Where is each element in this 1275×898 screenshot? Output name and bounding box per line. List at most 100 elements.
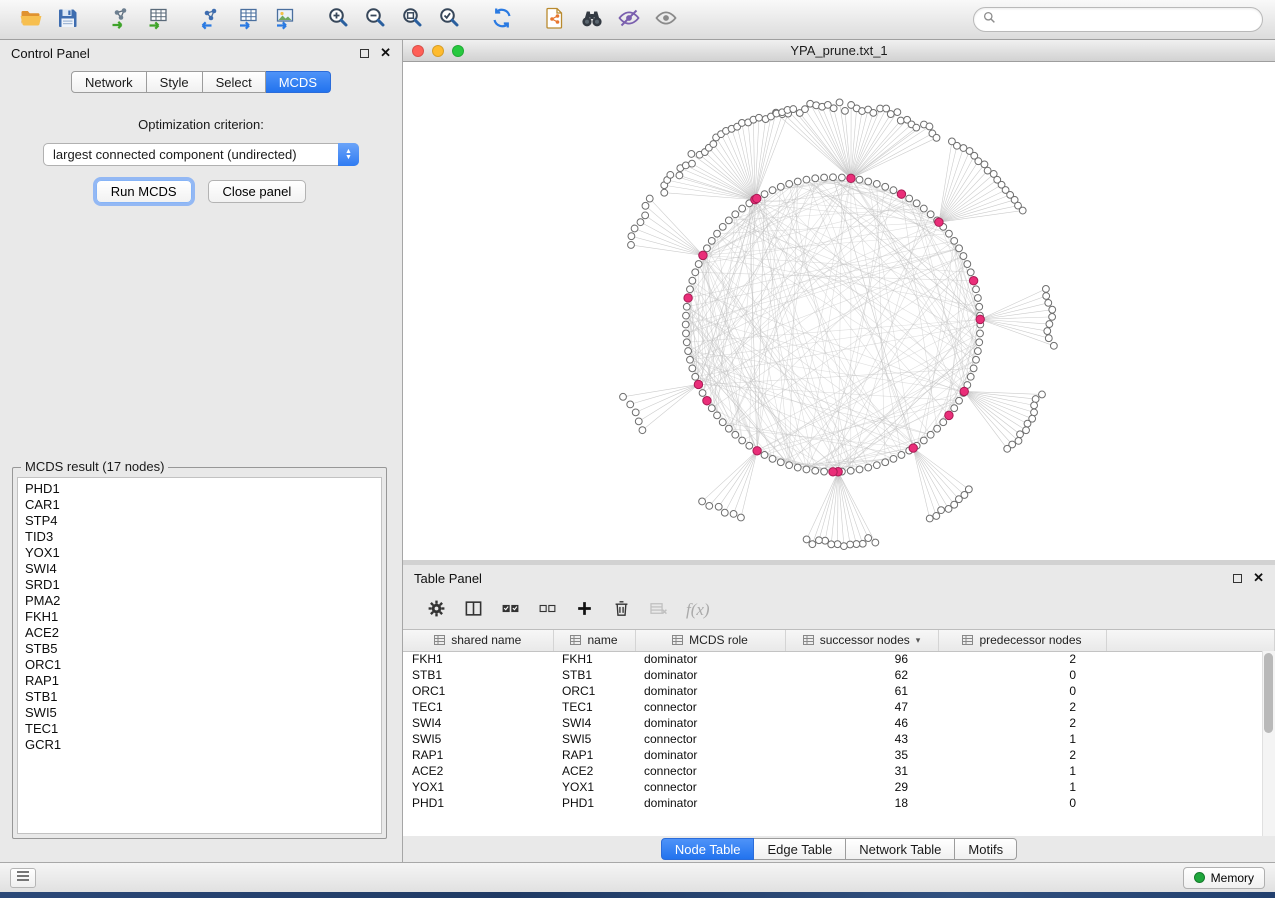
close-table-panel-icon[interactable]: ✕	[1253, 573, 1264, 583]
mcds-result-item[interactable]: STB1	[25, 689, 381, 705]
table-row[interactable]: SWI5SWI5connector431	[403, 731, 1275, 747]
table-cell[interactable]: SWI5	[553, 731, 635, 747]
table-cell[interactable]: ORC1	[553, 683, 635, 699]
zoom-selected-button[interactable]	[430, 4, 467, 36]
optimization-criterion-select[interactable]: largest connected component (undirected)…	[43, 143, 359, 166]
table-cell[interactable]: FKH1	[403, 651, 553, 667]
table-cell[interactable]: 61	[785, 683, 938, 699]
mcds-result-item[interactable]: GCR1	[25, 737, 381, 753]
table-cell[interactable]: ACE2	[403, 763, 553, 779]
deselect-all-button[interactable]	[538, 596, 557, 624]
table-cell[interactable]: dominator	[635, 747, 785, 763]
table-cell[interactable]: TEC1	[553, 699, 635, 715]
close-window-icon[interactable]	[412, 45, 424, 57]
export-network-button[interactable]	[192, 4, 229, 36]
column-header-name[interactable]: name	[553, 630, 635, 651]
run-mcds-button[interactable]: Run MCDS	[96, 180, 192, 203]
network-canvas[interactable]	[403, 62, 1275, 560]
find-button[interactable]	[573, 4, 610, 36]
tab-mcds[interactable]: MCDS	[266, 71, 331, 93]
sort-chevron-icon[interactable]: ▾	[916, 635, 921, 646]
table-row[interactable]: ACE2ACE2connector311	[403, 763, 1275, 779]
mcds-result-item[interactable]: PHD1	[25, 481, 381, 497]
tab-edge-table[interactable]: Edge Table	[754, 838, 846, 860]
mcds-result-item[interactable]: ORC1	[25, 657, 381, 673]
add-column-button[interactable]	[575, 596, 594, 624]
table-cell[interactable]: FKH1	[553, 651, 635, 667]
column-header-shared-name[interactable]: shared name	[403, 630, 553, 651]
show-all-button[interactable]	[647, 4, 684, 36]
mcds-result-item[interactable]: TEC1	[25, 721, 381, 737]
table-cell[interactable]: dominator	[635, 715, 785, 731]
float-panel-icon[interactable]	[360, 49, 369, 58]
export-table-button[interactable]	[229, 4, 266, 36]
table-cell[interactable]: 0	[938, 795, 1106, 811]
table-row[interactable]: RAP1RAP1dominator352	[403, 747, 1275, 763]
table-cell[interactable]: 2	[938, 747, 1106, 763]
table-cell[interactable]: ORC1	[403, 683, 553, 699]
table-row[interactable]: PHD1PHD1dominator180	[403, 795, 1275, 811]
save-session-button[interactable]	[49, 4, 86, 36]
mcds-result-item[interactable]: SWI4	[25, 561, 381, 577]
minimize-window-icon[interactable]	[432, 45, 444, 57]
table-cell[interactable]: connector	[635, 699, 785, 715]
table-row[interactable]: TEC1TEC1connector472	[403, 699, 1275, 715]
table-cell[interactable]: RAP1	[553, 747, 635, 763]
delete-table-button[interactable]	[649, 596, 668, 624]
import-network-button[interactable]	[102, 4, 139, 36]
maximize-window-icon[interactable]	[452, 45, 464, 57]
table-row[interactable]: FKH1FKH1dominator962	[403, 651, 1275, 667]
table-scrollbar-thumb[interactable]	[1264, 653, 1273, 733]
panels-menu-button[interactable]	[10, 868, 36, 888]
table-cell[interactable]: dominator	[635, 795, 785, 811]
tab-node-table[interactable]: Node Table	[661, 838, 755, 860]
table-cell[interactable]: 18	[785, 795, 938, 811]
table-cell[interactable]: PHD1	[403, 795, 553, 811]
column-header-successor-nodes[interactable]: successor nodes ▾	[785, 630, 938, 651]
table-cell[interactable]: 29	[785, 779, 938, 795]
mcds-result-item[interactable]: RAP1	[25, 673, 381, 689]
table-scrollbar[interactable]	[1262, 651, 1275, 836]
network-graph-svg[interactable]	[403, 62, 1275, 560]
mcds-result-list[interactable]: PHD1CAR1STP4TID3YOX1SWI4SRD1PMA2FKH1ACE2…	[17, 477, 382, 834]
table-cell[interactable]: connector	[635, 779, 785, 795]
table-cell[interactable]: 31	[785, 763, 938, 779]
table-cell[interactable]: 0	[938, 683, 1106, 699]
mcds-result-item[interactable]: CAR1	[25, 497, 381, 513]
table-cell[interactable]: STB1	[553, 667, 635, 683]
function-builder-button[interactable]: f(x)	[686, 596, 710, 624]
table-cell[interactable]: dominator	[635, 667, 785, 683]
tab-style[interactable]: Style	[147, 71, 203, 93]
show-columns-button[interactable]	[464, 596, 483, 624]
table-cell[interactable]: SWI4	[553, 715, 635, 731]
table-row[interactable]: YOX1YOX1connector291	[403, 779, 1275, 795]
tab-motifs[interactable]: Motifs	[955, 838, 1017, 860]
table-cell[interactable]: PHD1	[553, 795, 635, 811]
table-cell[interactable]: 46	[785, 715, 938, 731]
table-cell[interactable]: ACE2	[553, 763, 635, 779]
table-cell[interactable]: 43	[785, 731, 938, 747]
mcds-result-item[interactable]: ACE2	[25, 625, 381, 641]
mcds-result-item[interactable]: PMA2	[25, 593, 381, 609]
table-row[interactable]: SWI4SWI4dominator462	[403, 715, 1275, 731]
table-cell[interactable]: 47	[785, 699, 938, 715]
table-cell[interactable]: SWI4	[403, 715, 553, 731]
table-cell[interactable]: connector	[635, 731, 785, 747]
float-table-panel-icon[interactable]	[1233, 574, 1242, 583]
table-cell[interactable]: 1	[938, 779, 1106, 795]
table-cell[interactable]: 0	[938, 667, 1106, 683]
close-panel-button[interactable]: Close panel	[208, 180, 307, 203]
export-web-button[interactable]	[536, 4, 573, 36]
mcds-result-item[interactable]: STP4	[25, 513, 381, 529]
delete-column-button[interactable]	[612, 596, 631, 624]
table-cell[interactable]: 62	[785, 667, 938, 683]
apply-layout-button[interactable]	[483, 4, 520, 36]
table-cell[interactable]: 96	[785, 651, 938, 667]
close-panel-icon[interactable]: ✕	[380, 48, 391, 58]
import-table-button[interactable]	[139, 4, 176, 36]
memory-button[interactable]: Memory	[1183, 867, 1265, 889]
mcds-result-item[interactable]: SRD1	[25, 577, 381, 593]
mcds-result-item[interactable]: YOX1	[25, 545, 381, 561]
table-cell[interactable]: 35	[785, 747, 938, 763]
tab-select[interactable]: Select	[203, 71, 266, 93]
